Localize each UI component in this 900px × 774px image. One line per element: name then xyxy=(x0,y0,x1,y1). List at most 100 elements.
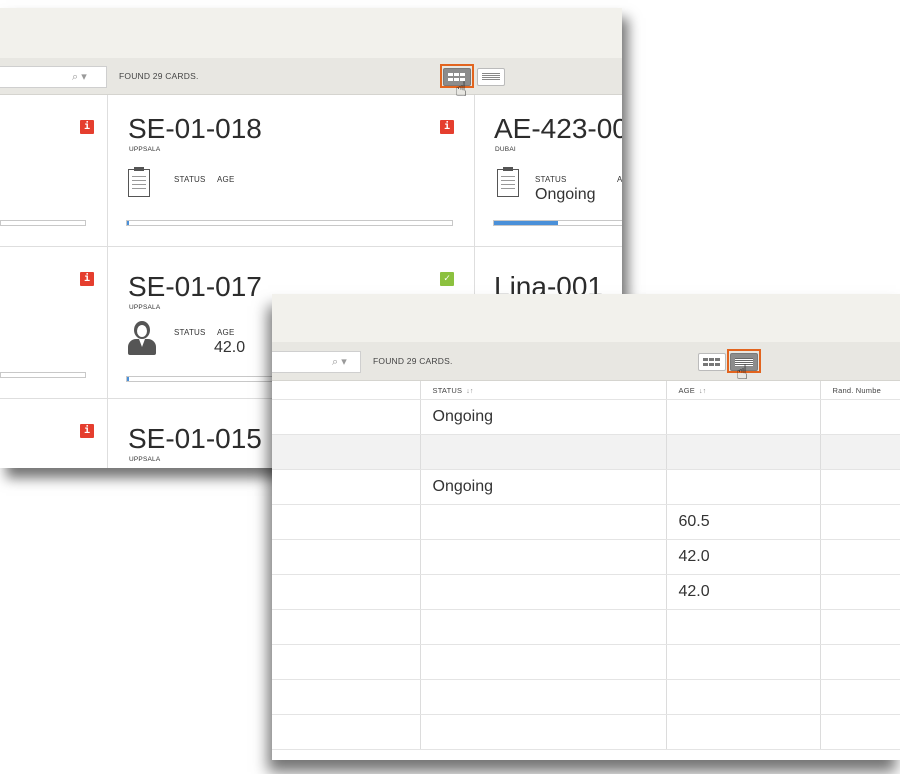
rand-number-column-label: Rand. Numbe xyxy=(832,385,881,395)
rand-cell xyxy=(820,609,900,645)
age-column-label: AGE xyxy=(678,385,695,395)
age-label: A xyxy=(617,175,622,184)
rand-cell xyxy=(820,574,900,610)
name-cell xyxy=(272,399,421,435)
progress-bar xyxy=(493,220,622,226)
column-header-status[interactable]: STATUS ↓↑ xyxy=(420,381,667,400)
status-cell: Ongoing xyxy=(420,469,667,505)
age-cell xyxy=(666,644,821,680)
status-label: STATUS xyxy=(174,328,206,337)
card-partial-left-2[interactable]: i xyxy=(0,247,108,399)
search-input[interactable]: ⌕ ▾ xyxy=(272,351,361,373)
table-row[interactable]: 42.0 xyxy=(272,539,900,575)
name-cell xyxy=(272,644,421,680)
column-header-age[interactable]: AGE ↓↑ xyxy=(666,381,821,400)
rand-cell xyxy=(820,434,900,470)
rand-cell xyxy=(820,714,900,750)
table-header-row: STATUS ↓↑ AGE ↓↑ Rand. Numbe xyxy=(272,381,900,400)
sort-icon[interactable]: ↓↑ xyxy=(699,388,706,395)
rand-cell xyxy=(820,644,900,680)
search-dropdown-icon[interactable]: ⌕ ▾ xyxy=(332,355,347,369)
info-badge-icon[interactable]: i xyxy=(80,120,94,134)
progress-bar xyxy=(0,372,86,378)
clipboard-icon xyxy=(497,167,519,197)
list-view-header xyxy=(272,294,900,342)
status-cell xyxy=(420,504,667,540)
card-location: UPPSALA xyxy=(129,456,161,463)
card-location: UPPSALA xyxy=(129,304,161,311)
name-cell xyxy=(272,469,421,505)
found-count: FOUND 29 CARDS. xyxy=(373,356,453,366)
name-cell xyxy=(272,714,421,750)
status-column-label: STATUS xyxy=(432,385,463,395)
search-dropdown-icon[interactable]: ⌕ ▾ xyxy=(72,70,87,84)
rand-cell xyxy=(820,399,900,435)
card-location: DUBAI xyxy=(495,146,516,153)
rand-cell xyxy=(820,679,900,715)
table-row[interactable] xyxy=(272,714,900,750)
info-badge-icon[interactable]: i xyxy=(80,424,94,438)
found-count: FOUND 29 CARDS. xyxy=(119,71,199,81)
info-badge-icon[interactable]: i xyxy=(440,120,454,134)
status-cell xyxy=(420,679,667,715)
progress-bar xyxy=(0,220,86,226)
age-cell xyxy=(666,609,821,645)
age-cell xyxy=(666,679,821,715)
card-title: SE-01-018 xyxy=(128,113,262,144)
info-badge-icon[interactable]: i xyxy=(80,272,94,286)
grid-view-button[interactable] xyxy=(698,353,726,371)
card-title: AE-423-00 xyxy=(494,113,622,144)
list-view-icon xyxy=(482,73,500,81)
name-cell xyxy=(272,504,421,540)
sort-icon[interactable]: ↓↑ xyxy=(466,388,473,395)
status-cell: Ongoing xyxy=(420,399,667,435)
progress-bar xyxy=(126,220,453,226)
card-view-header xyxy=(0,8,622,58)
card-view-toolbar: ⌕ ▾ FOUND 29 CARDS. ☝ xyxy=(0,58,622,100)
column-header-rand-number[interactable]: Rand. Numbe xyxy=(820,381,900,400)
age-label: AGE xyxy=(217,175,235,184)
list-view-toolbar: ⌕ ▾ FOUND 29 CARDS. ☝ xyxy=(272,342,900,384)
age-cell: 42.0 xyxy=(666,574,821,610)
table-row[interactable] xyxy=(272,644,900,680)
name-cell xyxy=(272,574,421,610)
status-cell xyxy=(420,714,667,750)
card-partial-left-1[interactable]: i xyxy=(0,95,108,247)
name-cell xyxy=(272,609,421,645)
table-row[interactable] xyxy=(272,609,900,645)
check-badge-icon[interactable]: ✓ xyxy=(440,272,454,286)
age-cell xyxy=(666,434,821,470)
list-view-button[interactable] xyxy=(477,68,505,86)
pointer-hand-icon: ☝ xyxy=(736,362,749,384)
age-cell xyxy=(666,469,821,505)
name-cell xyxy=(272,434,421,470)
card-se-01-018[interactable]: SE-01-018 UPPSALA i STATUS AGE xyxy=(108,95,475,247)
grid-view-icon xyxy=(703,358,721,366)
age-cell: 60.5 xyxy=(666,504,821,540)
age-cell: 42.0 xyxy=(666,539,821,575)
age-cell xyxy=(666,399,821,435)
table-row[interactable] xyxy=(272,679,900,715)
status-cell xyxy=(420,644,667,680)
card-partial-left-3[interactable]: i xyxy=(0,399,108,468)
status-cell xyxy=(420,609,667,645)
cards-table: STATUS ↓↑ AGE ↓↑ Rand. Numbe Ongoing Ongoi… xyxy=(272,381,900,750)
rand-cell xyxy=(820,469,900,505)
rand-cell xyxy=(820,539,900,575)
name-cell xyxy=(272,539,421,575)
rand-cell xyxy=(820,504,900,540)
age-label: AGE xyxy=(217,328,235,337)
status-cell xyxy=(420,539,667,575)
table-row[interactable]: Ongoing xyxy=(272,399,900,435)
search-input[interactable]: ⌕ ▾ xyxy=(0,66,107,88)
list-view-window: ⌕ ▾ FOUND 29 CARDS. ☝ STATUS ↓↑ AGE ↓↑ Ran… xyxy=(272,294,900,760)
status-label: STATUS xyxy=(535,175,567,184)
table-row[interactable] xyxy=(272,434,900,470)
table-row[interactable]: 60.5 xyxy=(272,504,900,540)
card-ae-423[interactable]: AE-423-00 DUBAI STATUS A Ongoing xyxy=(475,95,622,247)
table-row[interactable]: Ongoing xyxy=(272,469,900,505)
table-row[interactable]: 42.0 xyxy=(272,574,900,610)
age-cell xyxy=(666,714,821,750)
status-label: STATUS xyxy=(174,175,206,184)
column-header-name xyxy=(272,381,421,400)
